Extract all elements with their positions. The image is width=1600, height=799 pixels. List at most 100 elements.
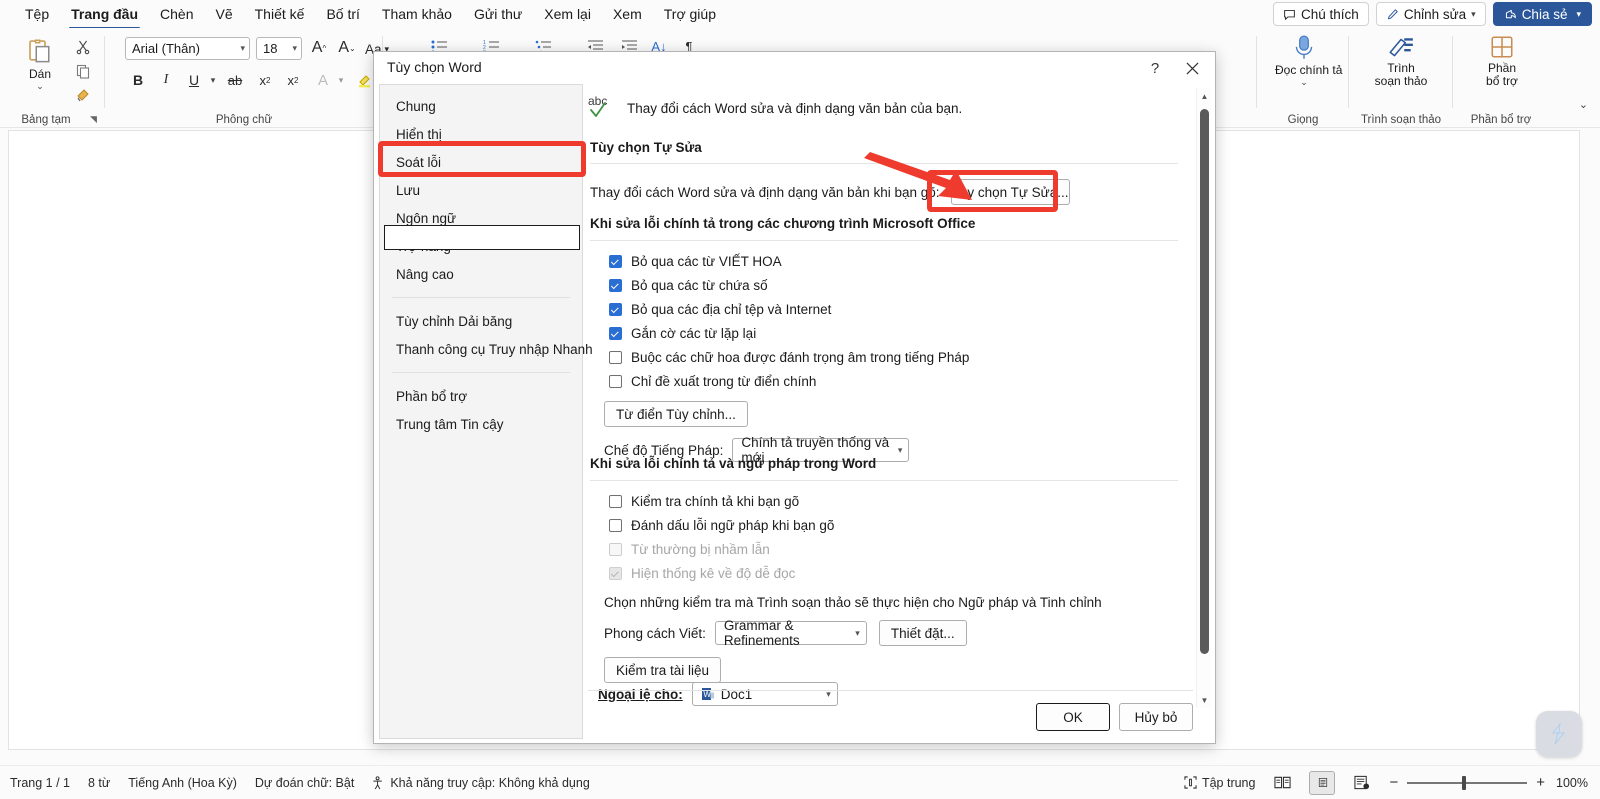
tab-view[interactable]: Xem [602, 3, 653, 26]
zoom-percent[interactable]: 100% [1554, 776, 1588, 790]
editing-button[interactable]: Chỉnh sửa ▾ [1375, 2, 1486, 26]
checkbox-mark-grammar-errors[interactable] [609, 519, 622, 532]
tab-review[interactable]: Xem lại [533, 3, 602, 26]
accessibility-label: Khả năng truy cập: Không khả dụng [390, 775, 590, 790]
tab-help[interactable]: Trợ giúp [653, 3, 727, 26]
checkbox-row[interactable]: Chỉ đề xuất trong từ điển chính [609, 374, 1178, 389]
zoom-in-icon[interactable]: + [1536, 774, 1545, 791]
tab-references[interactable]: Tham khảo [371, 3, 463, 26]
tab-draw[interactable]: Vẽ [205, 3, 244, 26]
read-mode-button[interactable] [1269, 772, 1295, 794]
chevron-down-icon[interactable]: ⌄ [12, 81, 68, 92]
tab-mailings[interactable]: Gửi thư [463, 3, 533, 26]
nav-item-display[interactable]: Hiển thị [380, 120, 582, 148]
nav-item-save[interactable]: Lưu [380, 176, 582, 204]
checkbox-french-accented-uppercase[interactable] [609, 351, 622, 364]
format-painter-icon[interactable] [74, 86, 92, 104]
checkbox-suggest-main-dictionary[interactable] [609, 375, 622, 388]
nav-item-addins[interactable]: Phần bổ trợ [380, 382, 582, 410]
nav-item-customize-ribbon[interactable]: Tùy chỉnh Dải băng [380, 307, 582, 335]
checkbox-ignore-urls[interactable] [609, 303, 622, 316]
checkbox-ignore-uppercase[interactable] [609, 255, 622, 268]
zoom-out-icon[interactable]: − [1389, 774, 1398, 791]
nav-item-trust-center[interactable]: Trung tâm Tin cậy [380, 410, 582, 438]
copy-icon[interactable] [74, 62, 92, 80]
font-size-combo[interactable]: 18 ▾ [256, 37, 302, 60]
clipboard-dialog-launcher[interactable]: ◥ [90, 114, 97, 125]
status-text-prediction[interactable]: Dự đoán chữ: Bật [255, 776, 354, 790]
addins-group-label: Phần bổ trợ [1470, 114, 1532, 126]
checkbox-flag-repeated[interactable] [609, 327, 622, 340]
scroll-up-arrow-icon[interactable]: ▲ [1197, 88, 1212, 104]
custom-dictionaries-button[interactable]: Từ điển Tùy chỉnh... [604, 401, 748, 427]
checkbox-row[interactable]: Gắn cờ các từ lặp lại [609, 326, 1178, 341]
copilot-button[interactable] [1536, 711, 1582, 757]
web-layout-button[interactable] [1349, 772, 1375, 794]
status-accessibility[interactable]: Khả năng truy cập: Không khả dụng [372, 775, 590, 790]
checkbox-row[interactable]: Kiểm tra chính tả khi bạn gõ [609, 494, 1178, 509]
checkbox-row[interactable]: Đánh dấu lỗi ngữ pháp khi bạn gõ [609, 518, 1178, 533]
dictate-button[interactable]: Đọc chính tả ⌄ [1275, 34, 1342, 88]
writing-style-select[interactable]: Grammar & Refinements ▾ [714, 618, 867, 648]
grow-font-icon[interactable]: A ^ [308, 37, 330, 59]
collapse-ribbon-icon[interactable]: ⌄ [1579, 98, 1588, 111]
print-layout-button[interactable] [1309, 770, 1336, 795]
tab-home[interactable]: Trang đầu [60, 3, 149, 29]
scrollbar-thumb[interactable] [1200, 109, 1209, 654]
paste-button[interactable]: Dán ⌄ [12, 36, 68, 92]
addins-button[interactable]: Phần bổ trợ [1473, 34, 1531, 88]
shrink-font-icon[interactable]: A ⌄ [336, 37, 358, 59]
superscript-button[interactable]: x2 [282, 70, 304, 90]
cancel-button[interactable]: Hủy bỏ [1119, 703, 1193, 731]
dialog-scrollbar[interactable]: ▲ ▼ [1196, 88, 1211, 708]
editor-button[interactable]: Trình soạn thảo [1372, 34, 1430, 88]
subscript-button[interactable]: x2 [254, 70, 276, 90]
bold-button[interactable]: B [128, 70, 148, 90]
zoom-slider[interactable] [1407, 775, 1528, 790]
checkbox-row[interactable]: Bỏ qua các địa chỉ tệp và Internet [609, 302, 1178, 317]
dialog-footer: OK Hủy bỏ [1036, 703, 1193, 731]
status-words[interactable]: 8 từ [88, 776, 110, 790]
recheck-document-button[interactable]: Kiểm tra tài liệu [604, 657, 722, 683]
chevron-down-icon[interactable]: ⌄ [1275, 77, 1333, 88]
text-effects-icon[interactable]: A [312, 70, 334, 90]
zoom-control[interactable]: − + 100% [1389, 774, 1588, 791]
close-icon[interactable] [1179, 57, 1205, 79]
focus-button[interactable]: Tập trung [1184, 776, 1255, 790]
tab-design[interactable]: Thiết kế [244, 3, 316, 26]
tab-file[interactable]: Tệp [14, 3, 60, 26]
nav-item-advanced[interactable]: Nâng cao [380, 260, 582, 288]
checkbox-row-disabled: Từ thường bị nhầm lẫn [609, 542, 1178, 557]
nav-item-proofing[interactable]: Soát lỗi [380, 148, 582, 176]
status-language[interactable]: Tiếng Anh (Hoa Kỳ) [128, 776, 237, 790]
tab-layout[interactable]: Bố trí [315, 3, 370, 26]
voice-group-label: Giọng [1287, 114, 1319, 126]
ok-button[interactable]: OK [1036, 703, 1110, 731]
share-button[interactable]: Chia sẻ ▾ [1492, 2, 1592, 26]
status-page[interactable]: Trang 1 / 1 [10, 776, 70, 790]
tab-insert[interactable]: Chèn [149, 3, 204, 26]
help-icon[interactable]: ? [1143, 57, 1167, 79]
zoom-slider-thumb[interactable] [1462, 775, 1467, 790]
chevron-down-icon[interactable]: ▾ [206, 72, 220, 88]
nav-item-general[interactable]: Chung [380, 92, 582, 120]
cut-icon[interactable] [74, 38, 92, 56]
italic-button[interactable]: I [156, 70, 176, 90]
strikethrough-button[interactable]: ab [224, 70, 246, 90]
checkbox-row[interactable]: Bỏ qua các từ chứa số [609, 278, 1178, 293]
scroll-down-arrow-icon[interactable]: ▼ [1197, 692, 1212, 708]
font-group-label: Phông chữ [215, 114, 273, 126]
comments-button[interactable]: Chú thích [1273, 2, 1369, 26]
nav-item-quick-access-toolbar[interactable]: Thanh công cụ Truy nhập Nhanh [380, 335, 593, 363]
checkbox-row[interactable]: Bỏ qua các từ VIẾT HOA [609, 254, 1178, 269]
font-name-combo[interactable]: Arial (Thân) ▾ [125, 37, 250, 60]
checkbox-row[interactable]: Buộc các chữ hoa được đánh trọng âm tron… [609, 350, 1178, 365]
underline-button[interactable]: U [184, 70, 204, 90]
chevron-down-icon[interactable]: ▾ [334, 72, 348, 88]
exceptions-select[interactable]: W Doc1 ▾ [691, 682, 838, 706]
checkbox-check-spelling-as-you-type[interactable] [609, 495, 622, 508]
checkbox-ignore-numbers[interactable] [609, 279, 622, 292]
autocorrect-options-button[interactable]: Tùy chọn Tự Sửa... [950, 179, 1070, 205]
ribbon-group-clipboard: Dán ⌄ Bảng tạm ◥ [6, 28, 102, 128]
grammar-settings-button[interactable]: Thiết đặt... [878, 620, 967, 646]
